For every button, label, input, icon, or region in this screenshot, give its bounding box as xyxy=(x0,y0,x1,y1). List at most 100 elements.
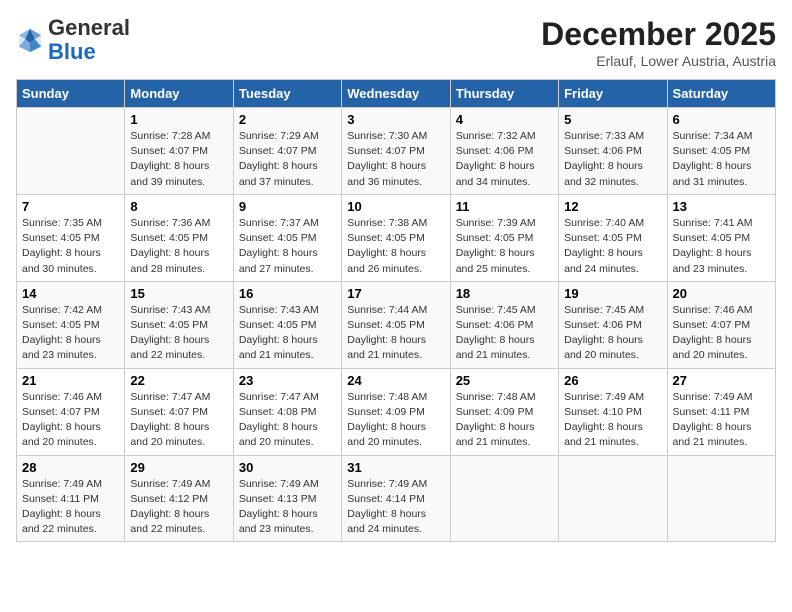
day-number: 3 xyxy=(347,112,444,127)
day-info: Sunrise: 7:33 AM Sunset: 4:06 PM Dayligh… xyxy=(564,129,661,190)
calendar-cell: 4Sunrise: 7:32 AM Sunset: 4:06 PM Daylig… xyxy=(450,108,558,195)
day-number: 11 xyxy=(456,199,553,214)
day-info: Sunrise: 7:45 AM Sunset: 4:06 PM Dayligh… xyxy=(456,303,553,364)
day-number: 26 xyxy=(564,373,661,388)
day-header-sunday: Sunday xyxy=(17,80,125,108)
calendar-cell: 28 Sunrise: 7:49 AM Sunset: 4:11 PM Dayli… xyxy=(17,455,125,542)
day-info: Sunrise: 7:29 AM Sunset: 4:07 PM Dayligh… xyxy=(239,129,336,190)
week-row-3: 14 Sunrise: 7:42 AM Sunset: 4:05 PM Dayli… xyxy=(17,281,776,368)
day-info: Sunrise: 7:46 AM Sunset: 4:07 PM Dayligh… xyxy=(22,390,119,451)
calendar-cell: 14 Sunrise: 7:42 AM Sunset: 4:05 PM Dayli… xyxy=(17,281,125,368)
day-info: Sunrise: 7:39 AM Sunset: 4:05 PM Dayligh… xyxy=(456,216,553,277)
day-info: Sunrise: 7:49 AM Sunset: 4:13 PM Dayligh… xyxy=(239,477,336,538)
day-number: 25 xyxy=(456,373,553,388)
calendar-cell: 10Sunrise: 7:38 AM Sunset: 4:05 PM Dayli… xyxy=(342,194,450,281)
day-info: Sunrise: 7:49 AM Sunset: 4:11 PM Dayligh… xyxy=(22,477,119,538)
day-number: 14 xyxy=(22,286,119,301)
logo-blue: Blue xyxy=(48,39,96,64)
week-row-2: 7 Sunrise: 7:35 AM Sunset: 4:05 PM Daylig… xyxy=(17,194,776,281)
day-number: 6 xyxy=(673,112,770,127)
day-info: Sunrise: 7:45 AM Sunset: 4:06 PM Dayligh… xyxy=(564,303,661,364)
day-info: Sunrise: 7:42 AM Sunset: 4:05 PM Dayligh… xyxy=(22,303,119,364)
day-number: 22 xyxy=(130,373,227,388)
day-info: Sunrise: 7:48 AM Sunset: 4:09 PM Dayligh… xyxy=(456,390,553,451)
day-info: Sunrise: 7:43 AM Sunset: 4:05 PM Dayligh… xyxy=(239,303,336,364)
day-number: 29 xyxy=(130,460,227,475)
day-number: 23 xyxy=(239,373,336,388)
day-info: Sunrise: 7:49 AM Sunset: 4:10 PM Dayligh… xyxy=(564,390,661,451)
day-info: Sunrise: 7:48 AM Sunset: 4:09 PM Dayligh… xyxy=(347,390,444,451)
day-number: 24 xyxy=(347,373,444,388)
day-number: 7 xyxy=(22,199,119,214)
calendar-cell: 18 Sunrise: 7:45 AM Sunset: 4:06 PM Dayli… xyxy=(450,281,558,368)
day-number: 28 xyxy=(22,460,119,475)
calendar-cell: 31Sunrise: 7:49 AM Sunset: 4:14 PM Dayli… xyxy=(342,455,450,542)
day-header-saturday: Saturday xyxy=(667,80,775,108)
location-title: Erlauf, Lower Austria, Austria xyxy=(541,53,776,69)
day-info: Sunrise: 7:41 AM Sunset: 4:05 PM Dayligh… xyxy=(673,216,770,277)
calendar-cell: 30 Sunrise: 7:49 AM Sunset: 4:13 PM Dayli… xyxy=(233,455,341,542)
day-info: Sunrise: 7:28 AM Sunset: 4:07 PM Dayligh… xyxy=(130,129,227,190)
calendar-cell: 8Sunrise: 7:36 AM Sunset: 4:05 PM Daylig… xyxy=(125,194,233,281)
days-header-row: SundayMondayTuesdayWednesdayThursdayFrid… xyxy=(17,80,776,108)
day-header-wednesday: Wednesday xyxy=(342,80,450,108)
day-number: 21 xyxy=(22,373,119,388)
calendar-cell: 23 Sunrise: 7:47 AM Sunset: 4:08 PM Dayli… xyxy=(233,368,341,455)
calendar-cell: 15 Sunrise: 7:43 AM Sunset: 4:05 PM Dayli… xyxy=(125,281,233,368)
day-number: 17 xyxy=(347,286,444,301)
title-block: December 2025 Erlauf, Lower Austria, Aus… xyxy=(541,16,776,69)
day-info: Sunrise: 7:35 AM Sunset: 4:05 PM Dayligh… xyxy=(22,216,119,277)
day-header-monday: Monday xyxy=(125,80,233,108)
day-info: Sunrise: 7:37 AM Sunset: 4:05 PM Dayligh… xyxy=(239,216,336,277)
day-info: Sunrise: 7:32 AM Sunset: 4:06 PM Dayligh… xyxy=(456,129,553,190)
week-row-4: 21 Sunrise: 7:46 AM Sunset: 4:07 PM Dayli… xyxy=(17,368,776,455)
calendar-cell: 6 Sunrise: 7:34 AM Sunset: 4:05 PM Daylig… xyxy=(667,108,775,195)
calendar-cell: 22 Sunrise: 7:47 AM Sunset: 4:07 PM Dayli… xyxy=(125,368,233,455)
calendar-cell: 3 Sunrise: 7:30 AM Sunset: 4:07 PM Daylig… xyxy=(342,108,450,195)
calendar-table: SundayMondayTuesdayWednesdayThursdayFrid… xyxy=(16,79,776,542)
calendar-cell: 29Sunrise: 7:49 AM Sunset: 4:12 PM Dayli… xyxy=(125,455,233,542)
calendar-cell: 26 Sunrise: 7:49 AM Sunset: 4:10 PM Dayli… xyxy=(559,368,667,455)
day-number: 18 xyxy=(456,286,553,301)
calendar-cell: 2Sunrise: 7:29 AM Sunset: 4:07 PM Daylig… xyxy=(233,108,341,195)
day-number: 1 xyxy=(130,112,227,127)
calendar-cell: 24 Sunrise: 7:48 AM Sunset: 4:09 PM Dayli… xyxy=(342,368,450,455)
calendar-cell: 27 Sunrise: 7:49 AM Sunset: 4:11 PM Dayli… xyxy=(667,368,775,455)
day-number: 31 xyxy=(347,460,444,475)
calendar-cell: 13 Sunrise: 7:41 AM Sunset: 4:05 PM Dayli… xyxy=(667,194,775,281)
page-header: General Blue December 2025 Erlauf, Lower… xyxy=(16,16,776,69)
calendar-cell: 19 Sunrise: 7:45 AM Sunset: 4:06 PM Dayli… xyxy=(559,281,667,368)
calendar-cell: 1 Sunrise: 7:28 AM Sunset: 4:07 PM Daylig… xyxy=(125,108,233,195)
calendar-cell: 20Sunrise: 7:46 AM Sunset: 4:07 PM Dayli… xyxy=(667,281,775,368)
day-header-thursday: Thursday xyxy=(450,80,558,108)
day-info: Sunrise: 7:49 AM Sunset: 4:11 PM Dayligh… xyxy=(673,390,770,451)
day-info: Sunrise: 7:30 AM Sunset: 4:07 PM Dayligh… xyxy=(347,129,444,190)
day-info: Sunrise: 7:47 AM Sunset: 4:08 PM Dayligh… xyxy=(239,390,336,451)
calendar-cell xyxy=(17,108,125,195)
day-number: 5 xyxy=(564,112,661,127)
day-info: Sunrise: 7:44 AM Sunset: 4:05 PM Dayligh… xyxy=(347,303,444,364)
day-info: Sunrise: 7:38 AM Sunset: 4:05 PM Dayligh… xyxy=(347,216,444,277)
day-info: Sunrise: 7:46 AM Sunset: 4:07 PM Dayligh… xyxy=(673,303,770,364)
logo: General Blue xyxy=(16,16,130,64)
calendar-cell: 17 Sunrise: 7:44 AM Sunset: 4:05 PM Dayli… xyxy=(342,281,450,368)
day-header-tuesday: Tuesday xyxy=(233,80,341,108)
day-info: Sunrise: 7:40 AM Sunset: 4:05 PM Dayligh… xyxy=(564,216,661,277)
day-info: Sunrise: 7:43 AM Sunset: 4:05 PM Dayligh… xyxy=(130,303,227,364)
day-number: 27 xyxy=(673,373,770,388)
day-number: 13 xyxy=(673,199,770,214)
day-number: 12 xyxy=(564,199,661,214)
day-info: Sunrise: 7:34 AM Sunset: 4:05 PM Dayligh… xyxy=(673,129,770,190)
calendar-cell: 5 Sunrise: 7:33 AM Sunset: 4:06 PM Daylig… xyxy=(559,108,667,195)
day-number: 16 xyxy=(239,286,336,301)
calendar-cell: 11 Sunrise: 7:39 AM Sunset: 4:05 PM Dayli… xyxy=(450,194,558,281)
day-number: 19 xyxy=(564,286,661,301)
day-number: 9 xyxy=(239,199,336,214)
calendar-cell: 9 Sunrise: 7:37 AM Sunset: 4:05 PM Daylig… xyxy=(233,194,341,281)
calendar-cell: 7 Sunrise: 7:35 AM Sunset: 4:05 PM Daylig… xyxy=(17,194,125,281)
day-header-friday: Friday xyxy=(559,80,667,108)
day-number: 15 xyxy=(130,286,227,301)
calendar-cell xyxy=(667,455,775,542)
day-info: Sunrise: 7:47 AM Sunset: 4:07 PM Dayligh… xyxy=(130,390,227,451)
day-number: 30 xyxy=(239,460,336,475)
